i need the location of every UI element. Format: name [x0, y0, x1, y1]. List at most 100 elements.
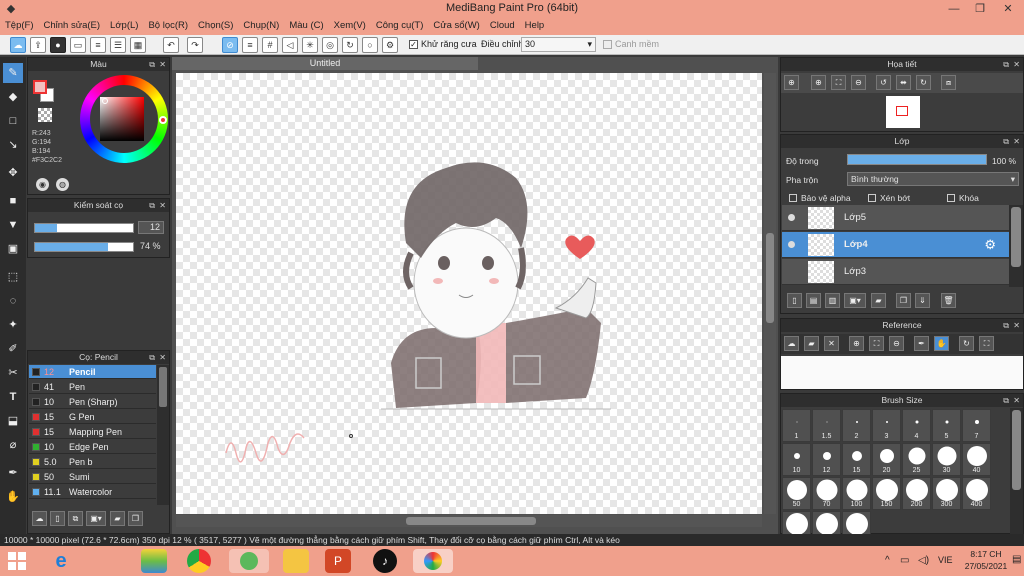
new-brush-icon[interactable]: ▯: [50, 511, 65, 526]
rotate-left-icon[interactable]: ↺: [876, 75, 891, 90]
smooth-checkbox[interactable]: [603, 40, 612, 49]
duplicate-layer-icon[interactable]: ❐: [896, 293, 911, 308]
rect-tool-icon[interactable]: □: [3, 111, 23, 131]
snap-parallel-icon[interactable]: ≡: [242, 37, 258, 53]
close-icon[interactable]: ✕: [159, 351, 166, 364]
fit-icon[interactable]: ⛶: [869, 336, 884, 351]
menu-tools[interactable]: Công cụ(T): [371, 18, 429, 34]
brush-size-cell[interactable]: [812, 511, 841, 534]
brush-item-g-pen[interactable]: 15 G Pen: [29, 410, 156, 424]
merge-layer-icon[interactable]: ⇓: [915, 293, 930, 308]
bucket-tool-icon[interactable]: ▼: [3, 215, 23, 235]
new-layer-icon[interactable]: ▯: [787, 293, 802, 308]
list-icon[interactable]: ☰: [110, 37, 126, 53]
zoom-out-icon[interactable]: ⊖: [889, 336, 904, 351]
antialias-checkbox[interactable]: ✓: [409, 40, 418, 49]
clipping-checkbox[interactable]: [868, 194, 876, 202]
popout-icon[interactable]: ⧉: [1003, 319, 1009, 332]
brush-size-cell[interactable]: 40: [962, 443, 991, 476]
brush-size-cell[interactable]: 200: [902, 477, 931, 510]
brush-size-cell[interactable]: 1.5: [812, 409, 841, 442]
brush-size-cell[interactable]: 12: [812, 443, 841, 476]
saturation-value-square[interactable]: [100, 97, 144, 141]
brush-item-edge-pen[interactable]: 10 Edge Pen: [29, 440, 156, 454]
menu-file[interactable]: Tệp(F): [0, 18, 39, 34]
close-icon[interactable]: ✕: [159, 199, 166, 212]
brush-size-cell[interactable]: 5: [932, 409, 961, 442]
reference-view[interactable]: [781, 356, 1023, 389]
brush-size-cell[interactable]: 300: [932, 477, 961, 510]
page-icon[interactable]: ▭: [70, 37, 86, 53]
brush-size-cell[interactable]: 30: [932, 443, 961, 476]
menu-edit[interactable]: Chỉnh sửa(E): [39, 18, 106, 34]
brush-size-cell[interactable]: 2: [842, 409, 871, 442]
minimize-button[interactable]: —: [940, 0, 968, 18]
brush-size-cell[interactable]: 4: [902, 409, 931, 442]
menu-layer[interactable]: Lớp(L): [105, 18, 143, 34]
canvas-vertical-scrollbar[interactable]: [764, 73, 776, 514]
hue-wheel[interactable]: [80, 75, 168, 163]
hue-picker-handle[interactable]: [159, 116, 167, 124]
snap-off-icon[interactable]: ⊘: [222, 37, 238, 53]
popout-icon[interactable]: ⧉: [149, 58, 155, 71]
menu-filter[interactable]: Bộ lọc(R): [143, 18, 193, 34]
layer-row[interactable]: Lớp5: [782, 205, 1022, 231]
close-icon[interactable]: ✕: [1013, 135, 1020, 148]
popout-icon[interactable]: ⧉: [1003, 394, 1009, 407]
foreground-color-swatch[interactable]: [33, 80, 47, 94]
brush-size-value[interactable]: 12: [138, 221, 164, 234]
popout-icon[interactable]: ⧉: [149, 199, 155, 212]
sv-picker-handle[interactable]: [102, 98, 108, 104]
move-tool-icon[interactable]: ✥: [3, 163, 23, 183]
select-eraser-icon[interactable]: ✂: [3, 363, 23, 383]
brush-size-cell[interactable]: 150: [872, 477, 901, 510]
menu-view[interactable]: Xem(V): [329, 18, 371, 34]
lasso-tool-icon[interactable]: ◌: [3, 291, 23, 311]
zoom-in-alt-icon[interactable]: ⊕: [811, 75, 826, 90]
menu-color[interactable]: Màu (C): [284, 18, 328, 34]
snap-vanishing-icon[interactable]: ◁: [282, 37, 298, 53]
brush-size-cell[interactable]: 7: [962, 409, 991, 442]
copy-brush-icon[interactable]: ⧉: [68, 511, 83, 526]
brush-size-cell[interactable]: 1: [782, 409, 811, 442]
zoom-in-icon[interactable]: ⊕: [784, 75, 799, 90]
cloud-brush-icon[interactable]: ☁: [32, 511, 47, 526]
app-coccoc-icon[interactable]: [229, 549, 269, 573]
brush-item-pen-sharp[interactable]: 10 Pen (Sharp): [29, 395, 156, 409]
rotate-right-icon[interactable]: ↻: [916, 75, 931, 90]
mirror-icon[interactable]: ⧈: [941, 75, 956, 90]
canvas-horizontal-scrollbar[interactable]: [176, 515, 762, 527]
zoom-out-icon[interactable]: ⊖: [851, 75, 866, 90]
windows-start-icon[interactable]: [8, 552, 26, 570]
magic-wand-icon[interactable]: ✦: [3, 315, 23, 335]
brush-item-mapping-pen[interactable]: 15 Mapping Pen: [29, 425, 156, 439]
brush-size-cell[interactable]: 70: [812, 477, 841, 510]
menu-select[interactable]: Chọn(S): [193, 18, 238, 34]
duplicate-icon[interactable]: ❐: [128, 511, 143, 526]
navigator-preview[interactable]: [886, 96, 920, 128]
tiktok-icon[interactable]: ♪: [373, 549, 397, 573]
chrome-icon[interactable]: [187, 549, 211, 573]
brush-size-cell[interactable]: 10: [782, 443, 811, 476]
transparent-swatch[interactable]: [38, 108, 52, 122]
new-halftone-layer-icon[interactable]: ▤: [806, 293, 821, 308]
brush-item-pencil[interactable]: 12Pencil⚙: [29, 365, 156, 379]
brush-tool-icon[interactable]: ✎: [3, 63, 23, 83]
hand-icon[interactable]: ✋: [934, 336, 949, 351]
gradient-tool-icon[interactable]: ▣: [3, 239, 23, 259]
settings-icon[interactable]: ⚙: [382, 37, 398, 53]
undo-icon[interactable]: ↶: [163, 37, 179, 53]
brush-size-cell[interactable]: 25: [902, 443, 931, 476]
close-icon[interactable]: ✕: [1013, 319, 1020, 332]
menu-snap[interactable]: Chụp(N): [238, 18, 284, 34]
maximize-button[interactable]: ❐: [966, 0, 994, 18]
eraser-tool-icon[interactable]: ◆: [3, 87, 23, 107]
color-history-icon[interactable]: ◍: [56, 178, 69, 191]
document-icon[interactable]: ≡: [90, 37, 106, 53]
medibang-taskbar-icon[interactable]: [413, 549, 453, 573]
zoom-in-icon[interactable]: ⊕: [849, 336, 864, 351]
clock-time[interactable]: 8:17 CH: [965, 549, 1007, 559]
adjust-select[interactable]: 30 ▾: [521, 37, 596, 52]
notification-icon[interactable]: ▤: [1012, 554, 1021, 565]
close-icon[interactable]: ✕: [824, 336, 839, 351]
